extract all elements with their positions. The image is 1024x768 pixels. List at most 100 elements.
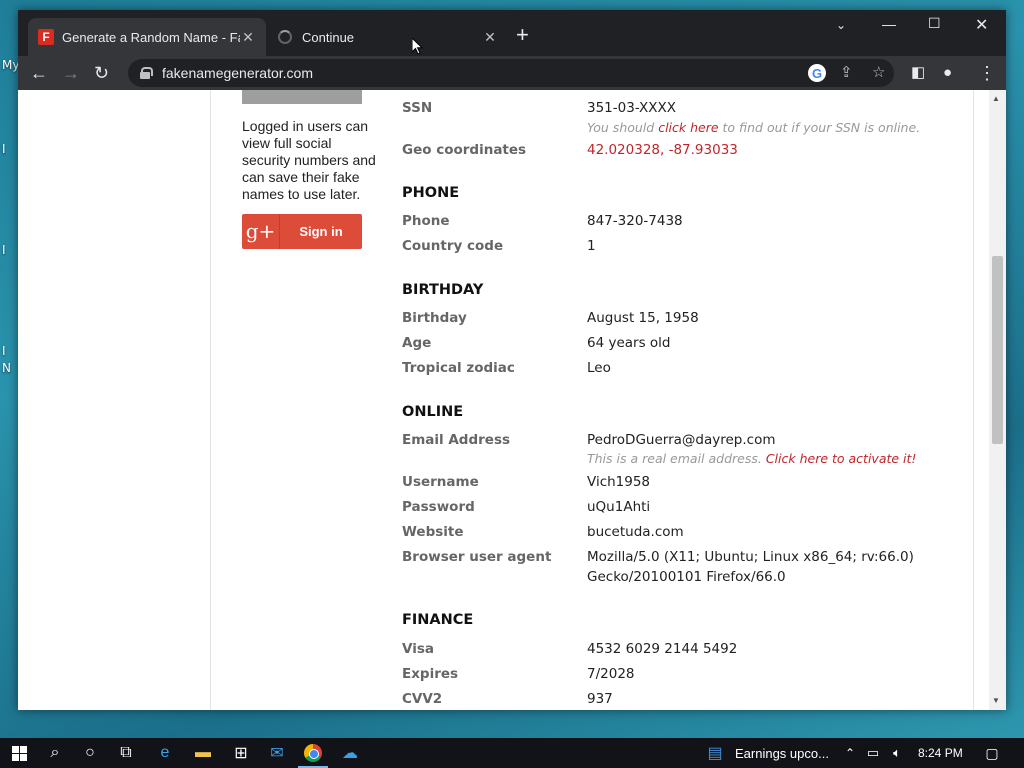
loading-spinner-icon (278, 30, 292, 44)
chevron-up-icon[interactable]: ⌃ (842, 738, 858, 768)
field-value: 7/2028 (587, 666, 635, 682)
tab-title: Generate a Random Name - Fake (62, 29, 240, 45)
desktop-icon-label[interactable]: I (2, 243, 6, 257)
lock-icon[interactable] (140, 67, 153, 79)
tab-strip: F Generate a Random Name - Fake ✕ Contin… (18, 10, 1006, 56)
reload-icon[interactable]: ↻ (94, 62, 109, 84)
login-note: Logged in users can view full social sec… (242, 118, 376, 202)
tab-search-icon[interactable]: ⌄ (836, 18, 846, 32)
url-text[interactable]: fakenamegenerator.com (162, 65, 313, 81)
close-window-button[interactable]: ✕ (975, 15, 988, 35)
field-label: Tropical zodiac (402, 360, 515, 376)
field-value: Leo (587, 360, 611, 376)
file-explorer-icon[interactable]: ▬ (190, 738, 216, 768)
onedrive-icon[interactable]: ☁ (336, 738, 364, 768)
page-divider (210, 90, 211, 710)
news-widget-icon[interactable]: ▤ (704, 738, 726, 768)
clock[interactable]: 8:24 PM (918, 746, 963, 760)
google-icon[interactable]: G (808, 64, 826, 82)
desktop-icon-label[interactable]: I (2, 344, 6, 358)
section-heading-birthday: BIRTHDAY (402, 282, 484, 298)
minimize-button[interactable]: — (882, 16, 896, 32)
sidebar-image-stub (242, 90, 362, 104)
section-heading-online: ONLINE (402, 404, 464, 420)
field-value: Vich1958 (587, 474, 651, 490)
field-label: Expires (402, 666, 459, 682)
mouse-cursor-icon (412, 38, 424, 55)
fake-name-generator-favicon-icon: F (38, 29, 54, 45)
page-viewport: Logged in users can view full social sec… (18, 90, 1006, 710)
field-label: Password (402, 499, 475, 515)
note-text: to find out if your SSN is online. (718, 120, 921, 135)
start-button[interactable] (8, 738, 30, 768)
field-label: SSN (402, 100, 433, 116)
volume-icon[interactable]: 🔈︎ (888, 738, 906, 768)
scroll-up-arrow-icon[interactable]: ▲ (992, 94, 1000, 103)
cortana-icon[interactable]: ○ (78, 738, 102, 768)
menu-kebab-icon[interactable]: ⋮ (978, 62, 996, 84)
field-value: PedroDGuerra@dayrep.com (587, 432, 776, 448)
field-value: Mozilla/5.0 (X11; Ubuntu; Linux x86_64; … (587, 549, 914, 565)
field-value: 847-320-7438 (587, 213, 683, 229)
field-value: August 15, 1958 (587, 310, 699, 326)
network-icon[interactable]: ▭ (864, 738, 882, 768)
google-plus-icon: g+ (242, 214, 280, 249)
note-text: This is a real email address. (587, 451, 766, 466)
notifications-icon[interactable]: ▢ (982, 738, 1002, 768)
browser-window: F Generate a Random Name - Fake ✕ Contin… (18, 10, 1006, 710)
desktop-icon-label[interactable]: My (2, 58, 19, 72)
field-value: 4532 6029 2144 5492 (587, 641, 738, 657)
note-text: You should (587, 120, 659, 135)
field-value: uQu1Ahti (587, 499, 651, 515)
field-label: Visa (402, 641, 434, 657)
bookmark-star-icon[interactable]: ☆ (872, 63, 885, 81)
field-label: Birthday (402, 310, 467, 326)
mail-icon[interactable]: ✉ (264, 738, 290, 768)
share-icon[interactable]: ⇪ (840, 63, 853, 81)
field-label: Browser user agent (402, 549, 552, 565)
page-divider (973, 90, 974, 710)
maximize-button[interactable]: ☐ (928, 15, 941, 32)
field-label: Username (402, 474, 479, 490)
close-tab-icon[interactable]: ✕ (240, 29, 256, 46)
ssn-check-link[interactable]: click here (658, 120, 718, 135)
google-plus-signin-button[interactable]: g+ Sign in (242, 214, 362, 249)
tab-continue[interactable]: Continue ✕ (268, 18, 508, 56)
search-icon[interactable]: ⌕ (42, 738, 68, 768)
side-panel-icon[interactable]: ◧ (911, 62, 925, 84)
field-value: bucetuda.com (587, 524, 684, 540)
close-tab-icon[interactable]: ✕ (482, 29, 498, 46)
geo-coordinates-link[interactable]: 42.020328, -87.93033 (587, 142, 738, 158)
tab-fake-name-generator[interactable]: F Generate a Random Name - Fake ✕ (28, 18, 266, 56)
activate-email-link[interactable]: Click here to activate it! (766, 451, 917, 466)
field-label: Age (402, 335, 432, 351)
field-value: Gecko/20100101 Firefox/66.0 (587, 569, 786, 585)
profile-icon[interactable]: ● (943, 62, 952, 84)
chrome-icon[interactable] (300, 738, 326, 768)
scrollbar-thumb[interactable] (992, 256, 1003, 444)
address-bar[interactable]: fakenamegenerator.com G ⇪ ☆ (128, 59, 894, 87)
field-value: 1 (587, 238, 596, 254)
field-label: Geo coordinates (402, 142, 527, 158)
field-label: CVV2 (402, 691, 443, 707)
forward-arrow-icon[interactable]: → (62, 62, 80, 84)
windows-logo-icon (11, 745, 27, 761)
signin-label: Sign in (299, 224, 343, 239)
news-widget-text[interactable]: Earnings upco... (735, 746, 829, 761)
back-arrow-icon[interactable]: ← (30, 62, 48, 84)
field-label: Phone (402, 213, 450, 229)
field-label: Website (402, 524, 464, 540)
section-heading-finance: FINANCE (402, 612, 474, 628)
tab-title: Continue (302, 29, 355, 45)
new-tab-button[interactable]: + (516, 24, 529, 46)
desktop-icon-label[interactable]: I (2, 142, 6, 156)
scroll-down-arrow-icon[interactable]: ▼ (992, 696, 1000, 705)
browser-toolbar: ← → ↻ fakenamegenerator.com G ⇪ ☆ ◧ ● ⋮ (18, 56, 1006, 90)
edge-icon[interactable]: e (152, 738, 178, 768)
desktop-icon-label[interactable]: N (2, 361, 11, 375)
store-icon[interactable]: ⊞ (228, 738, 254, 768)
task-view-icon[interactable]: ⧉ (114, 738, 138, 768)
taskbar: ⌕ ○ ⧉ e ▬ ⊞ ✉ ☁ ▤ Earnings upco... ⌃ ▭ 🔈… (0, 738, 1024, 768)
field-value: 64 years old (587, 335, 671, 351)
section-heading-phone: PHONE (402, 185, 460, 201)
